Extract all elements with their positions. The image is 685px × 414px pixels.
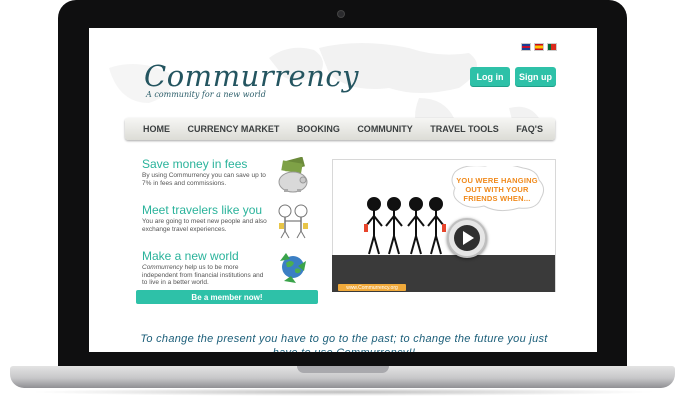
speech-text: YOU WERE HANGING OUT WITH YOUR FRIENDS W… <box>456 176 538 203</box>
feature-save-money: Save money in fees By using Commurrency … <box>136 153 316 195</box>
flag-portugal-icon[interactable] <box>547 43 557 51</box>
play-button[interactable] <box>447 218 487 258</box>
feature-meet-travelers: Meet travelers like you You are going to… <box>136 199 316 241</box>
flag-uk-icon[interactable] <box>521 43 531 51</box>
nav-community[interactable]: COMMUNITY <box>357 124 413 134</box>
stick-figures-illustration <box>364 197 446 255</box>
brand-text: Commurrency <box>142 264 183 271</box>
nav-home[interactable]: HOME <box>143 124 170 134</box>
people-icon <box>278 204 308 239</box>
become-member-button[interactable]: Be a member now! <box>136 290 318 304</box>
feature-text: You are going to meet new people and als… <box>142 218 267 233</box>
piggy-bank-icon <box>278 157 308 193</box>
screen: Commurrency A community for a new world … <box>89 28 597 352</box>
video-url-label[interactable]: www.Commurrency.org <box>338 284 406 291</box>
feature-text: Commurrency help us to be more independe… <box>142 264 267 287</box>
nav-currency-market[interactable]: CURRENCY MARKET <box>187 124 279 134</box>
flag-spain-icon[interactable] <box>534 43 544 51</box>
logo[interactable]: Commurrency A community for a new world <box>144 61 359 99</box>
login-button[interactable]: Log in <box>470 67 510 86</box>
camera-icon <box>338 11 344 17</box>
tagline: To change the present you have to go to … <box>140 333 548 352</box>
feature-text: By using Commurrency you can save up to … <box>142 172 266 187</box>
nav-faqs[interactable]: FAQ'S <box>516 124 543 134</box>
play-icon <box>454 225 480 251</box>
recycle-globe-icon <box>280 253 306 283</box>
laptop-shadow <box>28 388 658 396</box>
laptop-notch <box>297 366 389 373</box>
main-nav: HOME CURRENCY MARKET BOOKING COMMUNITY T… <box>125 118 555 140</box>
logo-title: Commurrency <box>144 59 360 93</box>
nav-travel-tools[interactable]: TRAVEL TOOLS <box>430 124 499 134</box>
signup-button[interactable]: Sign up <box>515 67 556 86</box>
nav-booking[interactable]: BOOKING <box>297 124 340 134</box>
language-flags <box>521 43 557 51</box>
feature-new-world: Make a new world Commurrency help us to … <box>136 245 316 289</box>
